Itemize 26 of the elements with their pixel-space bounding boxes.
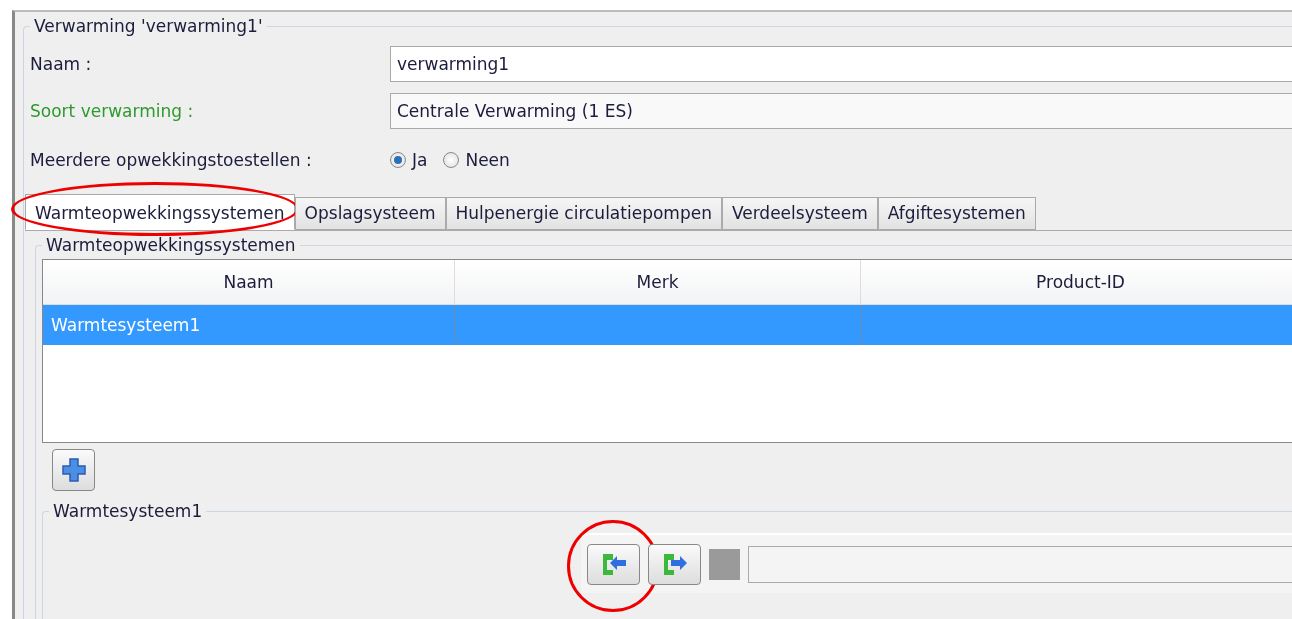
plus-icon bbox=[60, 457, 87, 483]
name-field[interactable]: verwarming1 bbox=[390, 45, 1292, 82]
column-header[interactable]: Merk bbox=[455, 260, 861, 304]
radio-button[interactable] bbox=[443, 152, 460, 168]
export-button[interactable] bbox=[648, 543, 701, 585]
radio-label[interactable]: Neen bbox=[465, 150, 510, 170]
tab[interactable]: Hulpenergie circulatiepompen bbox=[445, 197, 722, 230]
group-title: Warmtesysteem1 bbox=[52, 501, 204, 521]
heating-type-dropdown[interactable]: Centrale Verwarming (1 ES) bbox=[390, 92, 1292, 129]
group-title: Warmteopwekkingssystemen bbox=[45, 235, 297, 255]
tab[interactable]: Opslagsysteem bbox=[294, 197, 446, 230]
column-header[interactable]: Naam bbox=[43, 260, 455, 304]
field-label: Meerdere opwekkingstoestellen : bbox=[30, 150, 313, 170]
tab[interactable]: Afgiftesystemen bbox=[877, 197, 1036, 230]
tab[interactable]: Warmteopwekkingssystemen bbox=[25, 194, 295, 230]
field-label: Soort verwarming : bbox=[30, 100, 195, 121]
tab[interactable]: Verdeelsysteem bbox=[721, 197, 878, 230]
field-label: Naam : bbox=[30, 53, 93, 74]
import-button[interactable] bbox=[587, 543, 640, 585]
group-title: Verwarming 'verwarming1' bbox=[33, 16, 264, 36]
table-cell: Warmtesysteem1 bbox=[51, 315, 201, 335]
radio-label[interactable]: Ja bbox=[412, 150, 428, 170]
input-field[interactable] bbox=[748, 545, 1292, 583]
radio-button[interactable] bbox=[390, 152, 406, 168]
column-header[interactable]: Product-ID bbox=[861, 260, 1292, 304]
add-button[interactable] bbox=[52, 449, 95, 491]
